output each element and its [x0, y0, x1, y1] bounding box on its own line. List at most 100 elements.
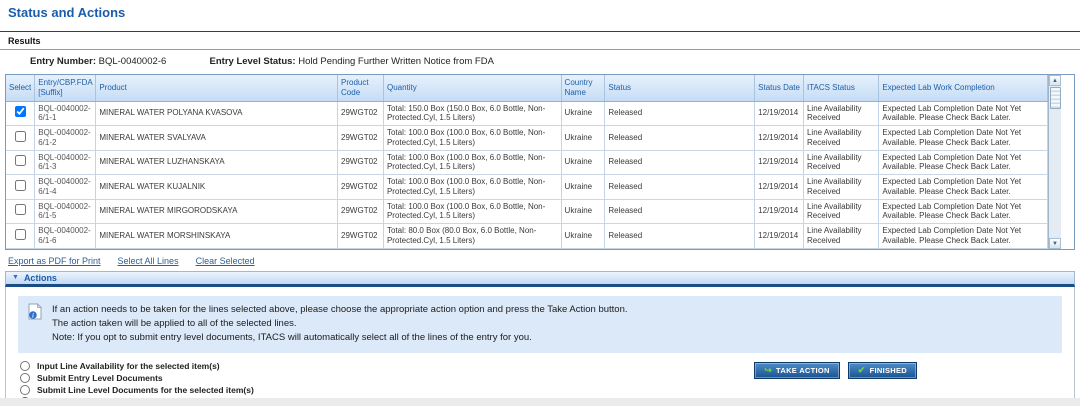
col-header-product-code: Product Code	[337, 75, 384, 102]
entry-level-status-value: Hold Pending Further Written Notice from…	[298, 56, 494, 67]
finished-label: FINISHED	[869, 365, 907, 375]
status-cell: Released	[604, 174, 756, 200]
radio-submit-line-level-docs[interactable]	[20, 384, 30, 395]
col-header-product: Product	[95, 75, 339, 102]
product-code-cell: 29WGT02	[337, 125, 384, 151]
clear-selected-link[interactable]: Clear Selected	[196, 256, 255, 266]
option-label: Submit Line Level Documents for the sele…	[37, 384, 254, 395]
actions-panel: ▼ Actions i If an action needs to be tak…	[5, 270, 1075, 406]
actions-section-title: Actions	[23, 272, 57, 283]
info-line: Note: If you opt to submit entry level d…	[52, 331, 532, 343]
product-code-cell: 29WGT02	[337, 174, 384, 200]
scrollbar-thumb[interactable]	[1049, 87, 1061, 109]
info-icon: i	[28, 302, 42, 325]
entry-cell: BQL-0040002-6/1-4	[34, 174, 97, 200]
status-date-cell: 12/19/2014	[754, 150, 804, 175]
table-row: BQL-0040002-6/1-2 MINERAL WATER SVALYAVA…	[6, 125, 1048, 151]
option-input-line-availability[interactable]: Input Line Availability for the selected…	[18, 360, 254, 371]
itacs-status-cell: Line Availability Received	[803, 125, 880, 151]
product-cell: MINERAL WATER MIRGORODSKAYA	[95, 199, 339, 224]
table-row: BQL-0040002-6/1-5 MINERAL WATER MIRGOROD…	[6, 199, 1048, 224]
status-date-cell: 12/19/2014	[754, 223, 804, 249]
select-cell	[6, 125, 36, 151]
take-action-button[interactable]: ↪ TAKE ACTION	[754, 361, 840, 379]
product-cell: MINERAL WATER POLYANA KVASOVA	[95, 101, 339, 126]
col-header-country: Country Name	[561, 75, 606, 102]
row-select-checkbox[interactable]	[14, 228, 26, 240]
results-section-label: Results	[8, 36, 41, 46]
row-select-checkbox[interactable]	[14, 130, 26, 142]
option-submit-line-level-docs[interactable]: Submit Line Level Documents for the sele…	[18, 384, 254, 395]
expected-lab-cell: Expected Lab Completion Date Not Yet Ava…	[878, 125, 1048, 151]
col-header-expected-lab: Expected Lab Work Completion	[878, 75, 1048, 102]
export-pdf-link[interactable]: Export as PDF for Print	[8, 256, 101, 266]
select-cell	[6, 101, 36, 126]
take-action-arrow-icon: ↪	[764, 364, 773, 375]
table-row: BQL-0040002-6/1-1 MINERAL WATER POLYANA …	[6, 101, 1048, 126]
quantity-cell: Total: 150.0 Box (150.0 Box, 6.0 Bottle,…	[383, 101, 562, 126]
product-code-cell: 29WGT02	[337, 199, 384, 224]
take-action-label: TAKE ACTION	[776, 365, 830, 375]
entry-level-status-label: Entry Level Status:	[209, 56, 296, 67]
itacs-status-cell: Line Availability Received	[803, 174, 880, 200]
col-header-itacs-status: ITACS Status	[803, 75, 880, 102]
country-cell: Ukraine	[561, 199, 606, 224]
entry-cell: BQL-0040002-6/1-1	[34, 101, 97, 126]
actions-body: i If an action needs to be taken for the…	[5, 286, 1075, 406]
itacs-status-cell: Line Availability Received	[803, 101, 880, 126]
scroll-up-icon[interactable]: ▲	[1049, 75, 1061, 86]
info-line: The action taken will be applied to all …	[52, 317, 297, 329]
actions-section-header[interactable]: ▼ Actions	[5, 270, 1075, 287]
col-header-status-date: Status Date	[754, 75, 804, 102]
quantity-cell: Total: 100.0 Box (100.0 Box, 6.0 Bottle,…	[383, 150, 562, 175]
status-cell: Released	[604, 223, 756, 249]
select-cell	[6, 150, 36, 175]
footer-strip	[0, 398, 1080, 406]
expected-lab-cell: Expected Lab Completion Date Not Yet Ava…	[878, 150, 1048, 175]
select-cell	[6, 199, 36, 224]
expected-lab-cell: Expected Lab Completion Date Not Yet Ava…	[878, 199, 1048, 224]
select-all-lines-link[interactable]: Select All Lines	[118, 256, 179, 266]
results-table: Select Entry/CBP.FDA [Suffix] Product Pr…	[5, 74, 1075, 250]
product-code-cell: 29WGT02	[337, 101, 384, 126]
table-row: BQL-0040002-6/1-4 MINERAL WATER KUJALNIK…	[6, 174, 1048, 200]
product-code-cell: 29WGT02	[337, 223, 384, 249]
finished-button[interactable]: ✔ FINISHED	[847, 361, 917, 379]
page-title: Status and Actions	[8, 5, 126, 20]
radio-input-line-availability[interactable]	[20, 360, 30, 371]
scroll-down-icon[interactable]: ▼	[1049, 237, 1061, 249]
product-cell: MINERAL WATER MORSHINSKAYA	[95, 223, 339, 249]
radio-submit-entry-level-docs[interactable]	[20, 372, 30, 383]
option-submit-entry-level-docs[interactable]: Submit Entry Level Documents	[18, 372, 254, 383]
table-scrollbar[interactable]: ▲ ▼	[1048, 75, 1061, 249]
entry-number-label: Entry Number:	[30, 56, 96, 67]
itacs-status-cell: Line Availability Received	[803, 150, 880, 175]
status-cell: Released	[604, 199, 756, 224]
quantity-cell: Total: 100.0 Box (100.0 Box, 6.0 Bottle,…	[383, 199, 562, 224]
col-header-select: Select	[6, 75, 36, 102]
row-select-checkbox[interactable]	[14, 204, 26, 216]
entry-number-value: BQL-0040002-6	[98, 56, 167, 67]
status-date-cell: 12/19/2014	[754, 174, 804, 200]
product-cell: MINERAL WATER KUJALNIK	[95, 174, 339, 200]
entry-cell: BQL-0040002-6/1-5	[34, 199, 97, 224]
status-date-cell: 12/19/2014	[754, 199, 804, 224]
row-select-checkbox[interactable]	[14, 179, 26, 191]
country-cell: Ukraine	[561, 174, 606, 200]
country-cell: Ukraine	[561, 150, 606, 175]
country-cell: Ukraine	[561, 101, 606, 126]
table-row: BQL-0040002-6/1-3 MINERAL WATER LUZHANSK…	[6, 150, 1048, 175]
itacs-status-cell: Line Availability Received	[803, 223, 880, 249]
row-select-checkbox[interactable]	[14, 106, 26, 118]
itacs-status-cell: Line Availability Received	[803, 199, 880, 224]
info-line: If an action needs to be taken for the l…	[52, 303, 628, 315]
status-date-cell: 12/19/2014	[754, 101, 804, 126]
select-cell	[6, 174, 36, 200]
row-select-checkbox[interactable]	[14, 155, 26, 167]
country-cell: Ukraine	[561, 223, 606, 249]
entry-summary: Entry Number: BQL-0040002-6 Entry Level …	[0, 50, 1080, 71]
quantity-cell: Total: 80.0 Box (80.0 Box, 6.0 Bottle, N…	[383, 223, 562, 249]
table-row: BQL-0040002-6/1-6 MINERAL WATER MORSHINS…	[6, 223, 1048, 249]
status-cell: Released	[604, 101, 756, 126]
collapse-arrow-icon: ▼	[12, 274, 19, 281]
